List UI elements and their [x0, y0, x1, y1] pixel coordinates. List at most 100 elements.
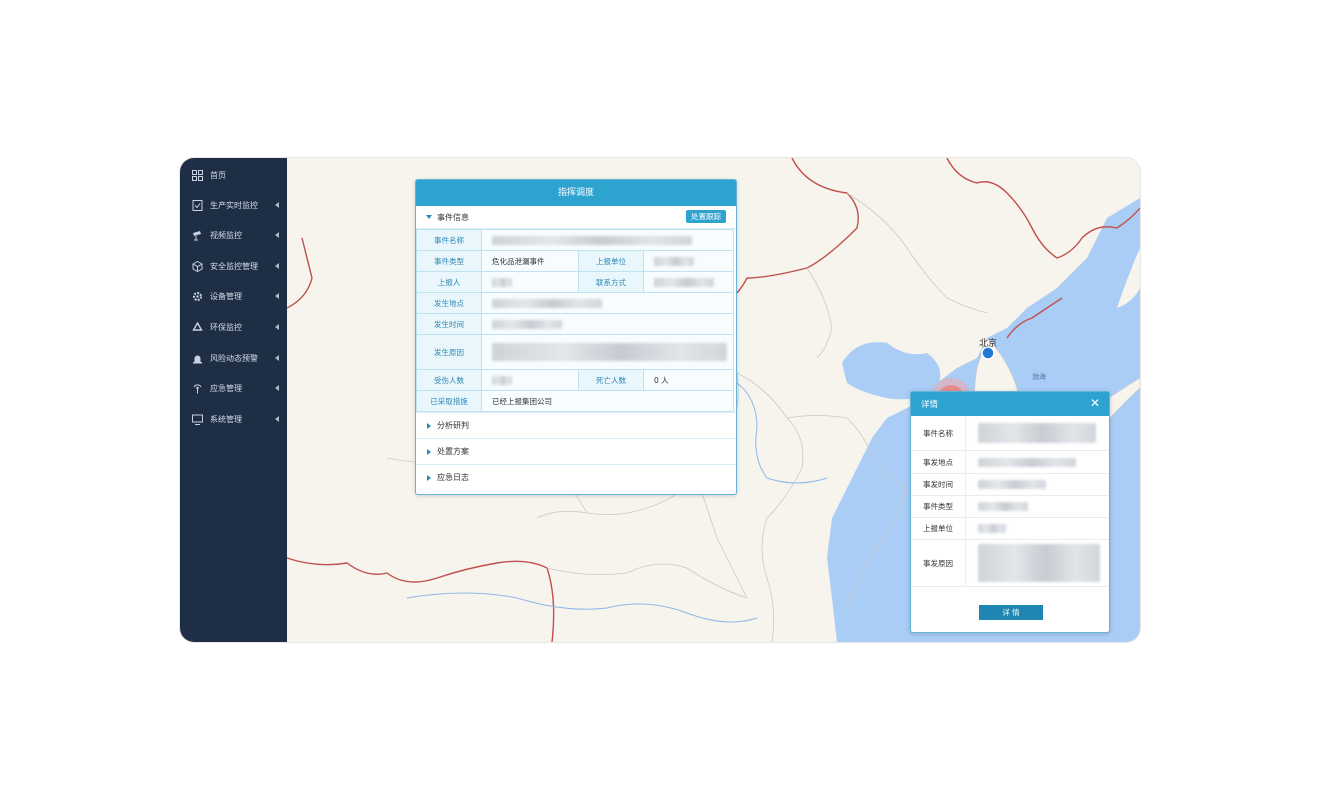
redacted-value [492, 298, 602, 308]
detail-row: 事发原因 [911, 540, 1109, 587]
close-icon[interactable]: ✕ [1089, 397, 1101, 409]
value-event-type: 危化品泄漏事件 [481, 250, 579, 272]
label-event-name: 事件名称 [416, 229, 482, 251]
dispatch-panel: 指挥调度 事件信息 处置跟踪 事件名称 事件类型 危化品泄漏事件 上报单位 上报… [415, 179, 737, 495]
label-contact: 联系方式 [578, 271, 644, 293]
detail-row: 事件名称 [911, 416, 1109, 451]
alarm-icon [191, 352, 203, 364]
triangle-right-icon [427, 422, 431, 429]
camera-icon [191, 229, 203, 241]
sidebar-item-label: 环保监控 [210, 322, 242, 332]
chevron-left-icon [275, 324, 279, 330]
sidebar-item-home[interactable]: 首页 [180, 160, 287, 190]
chevron-left-icon [275, 202, 279, 208]
sidebar-item-label: 应急管理 [210, 383, 242, 393]
gear-icon [191, 290, 203, 302]
beijing-marker[interactable] [981, 346, 995, 360]
sidebar-item-label: 生产实时监控 [210, 200, 258, 210]
redacted-value [978, 480, 1046, 489]
redacted-value [978, 423, 1096, 443]
sidebar-item-video-monitor[interactable]: 视频监控 [180, 220, 287, 250]
event-info-table: 事件名称 事件类型 危化品泄漏事件 上报单位 上报人 联系方式 发生地点 发生时… [416, 229, 734, 412]
cube-icon [191, 260, 203, 272]
sidebar-item-label: 安全监控管理 [210, 261, 258, 271]
label-time: 发生时间 [416, 313, 482, 335]
detail-label: 上报单位 [911, 518, 966, 539]
checklist-icon [191, 199, 203, 211]
section-label: 事件信息 [437, 212, 469, 222]
label-measures: 已采取措施 [416, 390, 482, 412]
sidebar-item-environment-monitor[interactable]: 环保监控 [180, 312, 287, 342]
table-row: 上报人 联系方式 [416, 271, 734, 293]
sidebar-item-risk-warning[interactable]: 风险动态预警 [180, 343, 287, 373]
sidebar-item-label: 视频监控 [210, 230, 242, 240]
triangle-right-icon [427, 448, 431, 455]
app-window: 首页 生产实时监控 视频监控 安全监控管理 设备管理 环保监控 风险动态预警 应… [180, 158, 1140, 642]
detail-label: 事件类型 [911, 496, 966, 517]
label-cause: 发生原因 [416, 334, 482, 370]
sidebar-item-label: 首页 [210, 170, 226, 180]
label-reporter: 上报人 [416, 271, 482, 293]
label-event-type: 事件类型 [416, 250, 482, 272]
detail-popup: 详情 ✕ 事件名称 事发地点 事发时间 事件类型 上报单位 事发原因 详 情 [910, 391, 1110, 633]
redacted-value [492, 375, 512, 385]
detail-label: 事发时间 [911, 474, 966, 495]
section-plan[interactable]: 处置方案 [416, 438, 736, 464]
chevron-left-icon [275, 293, 279, 299]
label-injured: 受伤人数 [416, 369, 482, 391]
monitor-icon [191, 413, 203, 425]
sidebar-item-safety-monitor[interactable]: 安全监控管理 [180, 251, 287, 281]
chevron-left-icon [275, 232, 279, 238]
detail-label: 事发地点 [911, 451, 966, 473]
label-report-unit: 上报单位 [578, 250, 644, 272]
section-label: 处置方案 [437, 447, 469, 456]
city-label-beijing: 北京 [979, 337, 997, 348]
table-row: 受伤人数 死亡人数 0 人 [416, 369, 734, 391]
detail-button[interactable]: 详 情 [979, 605, 1043, 620]
detail-label: 事发原因 [911, 540, 966, 586]
sidebar-item-device-management[interactable]: 设备管理 [180, 281, 287, 311]
section-label: 应急日志 [437, 473, 469, 482]
sidebar-item-system-management[interactable]: 系统管理 [180, 404, 287, 434]
detail-row: 事件类型 [911, 496, 1109, 518]
value-measures: 已经上报集团公司 [481, 390, 734, 412]
map-view[interactable]: 北京 渤海 指挥调度 事件信息 处置跟踪 事件名称 事件类型 危化品泄漏事件 上… [287, 158, 1140, 642]
redacted-value [978, 502, 1028, 511]
redacted-value [492, 343, 727, 361]
sidebar: 首页 生产实时监控 视频监控 安全监控管理 设备管理 环保监控 风险动态预警 应… [180, 158, 287, 642]
table-row: 已采取措施 已经上报集团公司 [416, 390, 734, 412]
chevron-left-icon [275, 416, 279, 422]
redacted-value [492, 277, 512, 287]
chevron-left-icon [275, 355, 279, 361]
grid-icon [191, 169, 203, 181]
section-analysis[interactable]: 分析研判 [416, 412, 736, 438]
redacted-value [654, 256, 694, 266]
sidebar-item-production-monitor[interactable]: 生产实时监控 [180, 190, 287, 220]
redacted-value [978, 457, 1076, 467]
recycle-icon [191, 321, 203, 333]
panel-title: 指挥调度 [416, 180, 736, 206]
redacted-value [978, 544, 1100, 582]
sidebar-item-emergency-management[interactable]: 应急管理 [180, 373, 287, 403]
sidebar-item-label: 系统管理 [210, 414, 242, 424]
section-event-info[interactable]: 事件信息 处置跟踪 [416, 206, 736, 229]
label-deaths: 死亡人数 [578, 369, 644, 391]
sidebar-item-label: 设备管理 [210, 291, 242, 301]
label-location: 发生地点 [416, 292, 482, 314]
chevron-left-icon [275, 385, 279, 391]
detail-row: 上报单位 [911, 518, 1109, 540]
section-label: 分析研判 [437, 421, 469, 430]
table-row: 发生时间 [416, 313, 734, 335]
track-button[interactable]: 处置跟踪 [686, 210, 726, 223]
section-log[interactable]: 应急日志 [416, 464, 736, 490]
sea-label-bohai: 渤海 [1032, 372, 1046, 381]
redacted-value [978, 524, 1006, 533]
table-row: 发生地点 [416, 292, 734, 314]
redacted-value [492, 319, 562, 329]
sidebar-item-label: 风险动态预警 [210, 353, 258, 363]
table-row: 事件名称 [416, 229, 734, 251]
triangle-down-icon [426, 215, 432, 219]
detail-header: 详情 ✕ [911, 392, 1109, 416]
value-deaths: 0 人 [643, 369, 734, 391]
redacted-value [492, 235, 692, 245]
